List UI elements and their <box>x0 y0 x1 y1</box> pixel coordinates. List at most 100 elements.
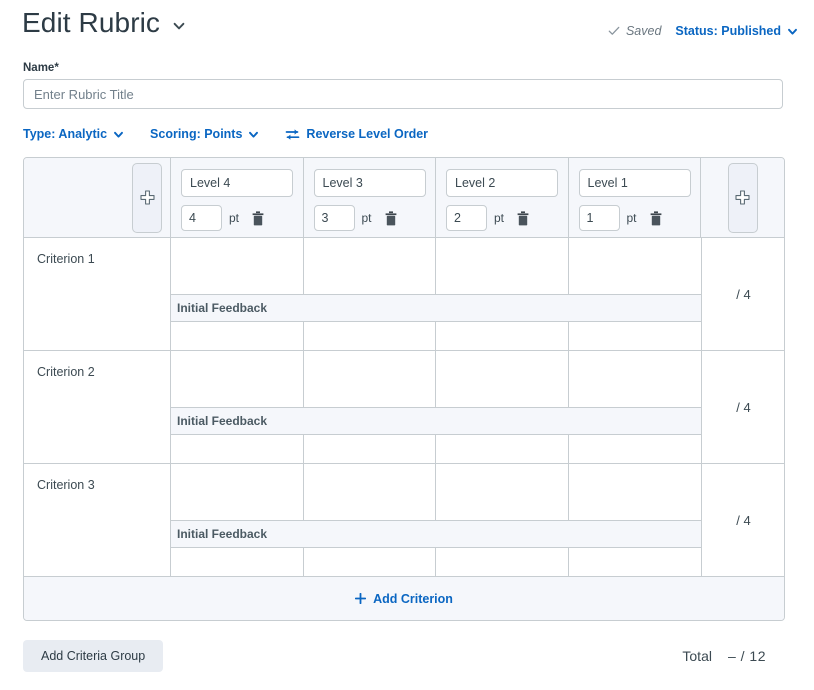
trash-icon <box>252 210 264 226</box>
criterion-ratings-group: Initial Feedback <box>171 464 702 576</box>
level-header-cell: pt <box>304 158 436 237</box>
rating-cell[interactable] <box>436 351 569 407</box>
chevron-down-icon <box>248 129 259 140</box>
feedback-cell[interactable] <box>568 435 701 463</box>
chevron-down-icon <box>113 129 124 140</box>
rubric-title-input[interactable] <box>23 79 783 109</box>
level-name-input[interactable] <box>578 169 691 197</box>
feedback-cell[interactable] <box>303 435 436 463</box>
delete-level-button[interactable] <box>650 210 664 227</box>
page-title: Edit Rubric <box>22 7 161 38</box>
criterion-name[interactable]: Criterion 3 <box>24 464 171 576</box>
feedback-cell[interactable] <box>303 322 436 350</box>
status-published-dropdown[interactable]: Status: Published <box>675 24 798 38</box>
type-dropdown[interactable]: Type: Analytic <box>23 127 124 141</box>
rating-cell[interactable] <box>171 351 304 407</box>
rating-cell[interactable] <box>436 238 569 294</box>
feedback-cell[interactable] <box>568 548 701 576</box>
rating-cell[interactable] <box>303 351 436 407</box>
level-name-input[interactable] <box>313 169 426 197</box>
delete-level-button[interactable] <box>385 210 399 227</box>
feedback-cell[interactable] <box>171 322 304 350</box>
add-level-left-button[interactable] <box>132 162 162 233</box>
criterion-score: / 4 <box>736 512 751 528</box>
title-group: Edit Rubric <box>22 6 186 40</box>
level-points-input[interactable] <box>446 205 487 231</box>
trash-icon <box>650 210 662 226</box>
saved-status: Saved <box>608 24 661 38</box>
level-points-input[interactable] <box>313 205 355 231</box>
plus-outline-icon <box>139 190 155 205</box>
criterion-name[interactable]: Criterion 1 <box>24 238 171 350</box>
initial-feedback-label: Initial Feedback <box>171 294 701 322</box>
scoring-dropdown[interactable]: Scoring: Points <box>150 127 259 141</box>
criterion-score: / 4 <box>736 286 751 302</box>
points-unit-label: pt <box>361 211 372 225</box>
plus-icon <box>354 592 367 605</box>
rating-cell[interactable] <box>303 464 436 520</box>
chevron-down-icon <box>787 26 798 37</box>
level-name-input[interactable] <box>181 169 293 197</box>
rating-cell[interactable] <box>568 238 701 294</box>
points-unit-label: pt <box>229 211 240 225</box>
reverse-level-order-button[interactable]: Reverse Level Order <box>285 127 428 141</box>
initial-feedback-label: Initial Feedback <box>171 520 701 548</box>
criterion-name[interactable]: Criterion 2 <box>24 351 171 463</box>
trash-icon <box>385 210 397 226</box>
level-points-input[interactable] <box>181 205 222 231</box>
add-criterion-button[interactable]: Add Criterion <box>24 577 784 620</box>
table-row: Criterion 3 Initial Feedback / 4 <box>24 464 784 577</box>
status-label: Status: Published <box>675 24 781 38</box>
level-name-input[interactable] <box>446 169 558 197</box>
feedback-cells <box>171 435 701 463</box>
delete-level-button[interactable] <box>252 210 266 227</box>
reverse-level-order-label: Reverse Level Order <box>306 127 429 141</box>
add-criterion-label: Add Criterion <box>373 591 453 606</box>
criterion-ratings-group: Initial Feedback <box>171 351 702 463</box>
rubric-table-wrapper: pt pt <box>23 157 785 621</box>
check-icon <box>608 25 620 37</box>
rating-cell[interactable] <box>171 464 304 520</box>
feedback-cells <box>171 322 701 350</box>
initial-feedback-label: Initial Feedback <box>171 407 701 435</box>
add-criterion-link: Add Criterion <box>354 591 453 606</box>
level-header-cell: pt <box>171 158 304 237</box>
criterion-score: / 4 <box>736 399 751 415</box>
rating-cells <box>171 351 701 407</box>
table-row: Criterion 2 Initial Feedback / 4 <box>24 351 784 464</box>
levels-header-left-spacer <box>24 158 171 237</box>
feedback-cell[interactable] <box>436 322 569 350</box>
rating-cell[interactable] <box>303 238 436 294</box>
total-display: Total – / 12 <box>682 648 784 664</box>
feedback-cell[interactable] <box>436 435 569 463</box>
scoring-dropdown-label: Scoring: Points <box>150 127 243 141</box>
feedback-cell[interactable] <box>303 548 436 576</box>
points-unit-label: pt <box>494 211 505 225</box>
feedback-cell[interactable] <box>568 322 701 350</box>
plus-outline-icon <box>735 190 750 205</box>
level-points-row: pt <box>578 205 691 231</box>
level-header-cell: pt <box>436 158 569 237</box>
table-row: Criterion 1 Initial Feedback / 4 <box>24 238 784 351</box>
feedback-cell[interactable] <box>171 548 304 576</box>
rating-cell[interactable] <box>568 464 701 520</box>
delete-level-button[interactable] <box>517 210 531 227</box>
header-actions: Saved Status: Published <box>608 24 798 38</box>
criterion-ratings-group: Initial Feedback <box>171 238 702 350</box>
rating-cell[interactable] <box>171 238 304 294</box>
level-points-input[interactable] <box>578 205 620 231</box>
feedback-cell[interactable] <box>436 548 569 576</box>
level-points-row: pt <box>446 205 558 231</box>
feedback-cell[interactable] <box>171 435 304 463</box>
type-dropdown-label: Type: Analytic <box>23 127 108 141</box>
rating-cell[interactable] <box>436 464 569 520</box>
chevron-down-icon[interactable] <box>172 19 186 33</box>
name-field-group: Name* <box>23 62 798 109</box>
total-value: – / 12 <box>727 648 766 664</box>
add-criteria-group-button[interactable]: Add Criteria Group <box>23 640 164 672</box>
levels-header-right-spacer <box>701 158 784 237</box>
page-footer: Add Criteria Group Total – / 12 <box>0 640 814 672</box>
add-level-right-button[interactable] <box>727 162 758 233</box>
rating-cell[interactable] <box>568 351 701 407</box>
rubric-table: pt pt <box>23 157 785 621</box>
